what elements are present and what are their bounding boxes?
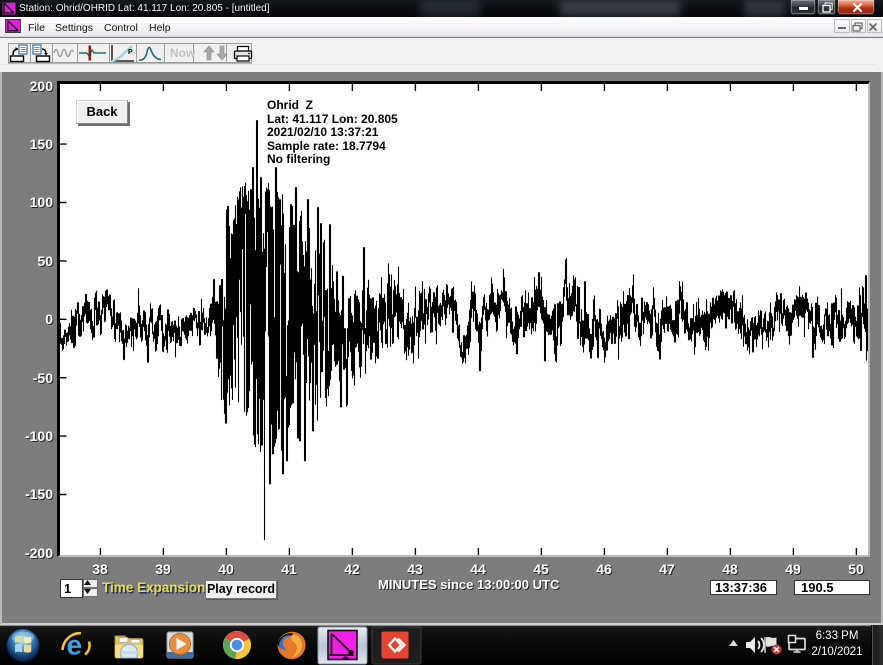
svg-text:P: P (128, 49, 133, 56)
svg-text:Now: Now (170, 46, 196, 60)
